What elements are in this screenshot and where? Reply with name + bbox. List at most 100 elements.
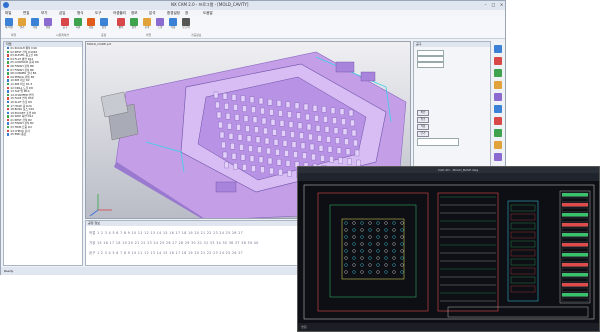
cavity-rib <box>297 122 303 129</box>
cad-drawing[interactable] <box>298 181 600 323</box>
ejector-pin <box>400 228 404 232</box>
minimize-icon[interactable]: – <box>482 2 489 8</box>
ribbon-button-label: 새 파일 <box>5 26 13 29</box>
side-view-part <box>510 204 536 212</box>
cavity-rib <box>275 149 280 156</box>
parts-table-row <box>561 207 589 212</box>
apply-button[interactable]: 적용 <box>417 124 429 130</box>
ribbon-button[interactable]: 새 파일 <box>4 18 14 29</box>
cavity-rib <box>306 123 312 131</box>
shade-icon[interactable] <box>494 93 502 101</box>
ejector-pin <box>352 235 356 239</box>
ribbon-button-label: 공구 <box>62 26 68 29</box>
parts-table-rows <box>561 192 589 302</box>
ejector-pin <box>384 235 388 239</box>
tree-item[interactable]: 25 END 종료 <box>4 133 82 137</box>
cancel-button[interactable]: 취소 <box>417 117 429 123</box>
cavity-rib <box>237 134 243 141</box>
view-front-icon[interactable] <box>494 45 502 53</box>
ejector-pin <box>360 242 364 246</box>
view-iso-icon[interactable] <box>494 81 502 89</box>
side-view-part <box>510 258 536 266</box>
app-logo-icon[interactable] <box>3 2 9 8</box>
cavity-rib <box>339 108 345 115</box>
cavity-rib <box>251 165 256 172</box>
ribbon-button[interactable]: 황삭 <box>116 18 126 29</box>
cavity-rib <box>213 91 219 99</box>
cavity-rib <box>329 156 334 163</box>
command-line[interactable]: 명령: <box>298 323 599 331</box>
rotate-icon[interactable] <box>494 141 502 149</box>
ribbon-button[interactable]: 저장 <box>30 18 40 29</box>
cavity-rib <box>344 138 349 145</box>
ribbon-button[interactable]: 시뮬 <box>73 18 83 29</box>
cavity-rib <box>288 121 294 128</box>
parts-table-row <box>561 197 589 202</box>
ejector-pin <box>400 263 404 267</box>
cavity-rib <box>320 155 325 162</box>
cavity-rib <box>240 154 246 161</box>
parts-table-row <box>561 227 589 232</box>
ribbon-button-label: 황삭 <box>118 26 124 29</box>
ribbon-button[interactable]: 보고서 <box>181 18 191 29</box>
side-view-part <box>510 213 536 221</box>
new-file-icon <box>5 18 13 26</box>
side-view-part <box>510 267 536 275</box>
ejector-pin <box>360 235 364 239</box>
ejector-pin <box>376 228 380 232</box>
param-field-3[interactable] <box>417 62 444 68</box>
side-view-part <box>510 285 536 293</box>
cavity-rib <box>273 139 279 146</box>
ejector-pin <box>400 270 404 274</box>
cavity-rib <box>264 137 270 145</box>
cavity-rib <box>222 151 228 159</box>
ribbon-button[interactable]: 설정 <box>43 18 53 29</box>
cavity-rib <box>222 93 228 100</box>
cavity-rib <box>227 123 232 130</box>
ribbon-button[interactable]: 열기 <box>17 18 27 29</box>
zoom-icon[interactable] <box>494 117 502 125</box>
ejector-pin <box>368 249 372 253</box>
param-field-4[interactable] <box>417 138 459 146</box>
side-view-lines <box>510 204 536 293</box>
ribbon-button[interactable]: 검증 <box>86 18 96 29</box>
cavity-rib <box>276 159 282 166</box>
ribbon-button[interactable]: 공구 <box>60 18 70 29</box>
window-title: NX CAM 2.0 - 프로그램 - [MOLD_CAVITY] <box>171 2 249 7</box>
cavity-rib <box>243 115 249 122</box>
ejector-pin <box>376 263 380 267</box>
cavity-rib <box>258 156 264 163</box>
ok-button[interactable]: 확인 <box>417 110 429 116</box>
ejector-pin <box>376 235 380 239</box>
cavity-rib <box>234 114 240 121</box>
ribbon-button[interactable]: 정보 <box>99 18 109 29</box>
maximize-icon[interactable]: □ <box>490 2 497 8</box>
ribbon-button[interactable]: 정삭 <box>129 18 139 29</box>
view-side-icon[interactable] <box>494 69 502 77</box>
pocket-1 <box>335 61 355 73</box>
parts-table-row <box>561 272 589 277</box>
cavity-rib <box>263 127 268 135</box>
ejector-pin <box>392 221 396 225</box>
parts-table-row <box>561 222 589 227</box>
cavity-rib <box>242 105 247 112</box>
cad-window: CAD 2D - MOLD_BASE.dwg 명령: <box>297 166 600 332</box>
parts-table-row <box>561 232 589 237</box>
cavity-rib <box>216 111 222 119</box>
ribbon-button[interactable]: 측정 <box>168 18 178 29</box>
ejector-pin <box>344 249 348 253</box>
ejector-pin <box>360 228 364 232</box>
ribbon-button[interactable]: 윤곽 <box>142 18 152 29</box>
ribbon-group-label: 가공정보 <box>191 33 202 37</box>
pan-icon[interactable] <box>494 129 502 137</box>
wireframe-icon[interactable] <box>494 105 502 113</box>
ribbon-button[interactable]: 드릴 <box>155 18 165 29</box>
ejector-pin <box>344 242 348 246</box>
close-button[interactable]: 닫기 <box>417 131 429 137</box>
cavity-rib <box>342 128 348 135</box>
view-top-icon[interactable] <box>494 57 502 65</box>
fit-icon[interactable] <box>494 153 502 161</box>
ejector-pin <box>384 256 388 260</box>
close-icon[interactable]: × <box>498 2 505 8</box>
cavity-rib <box>251 106 256 113</box>
